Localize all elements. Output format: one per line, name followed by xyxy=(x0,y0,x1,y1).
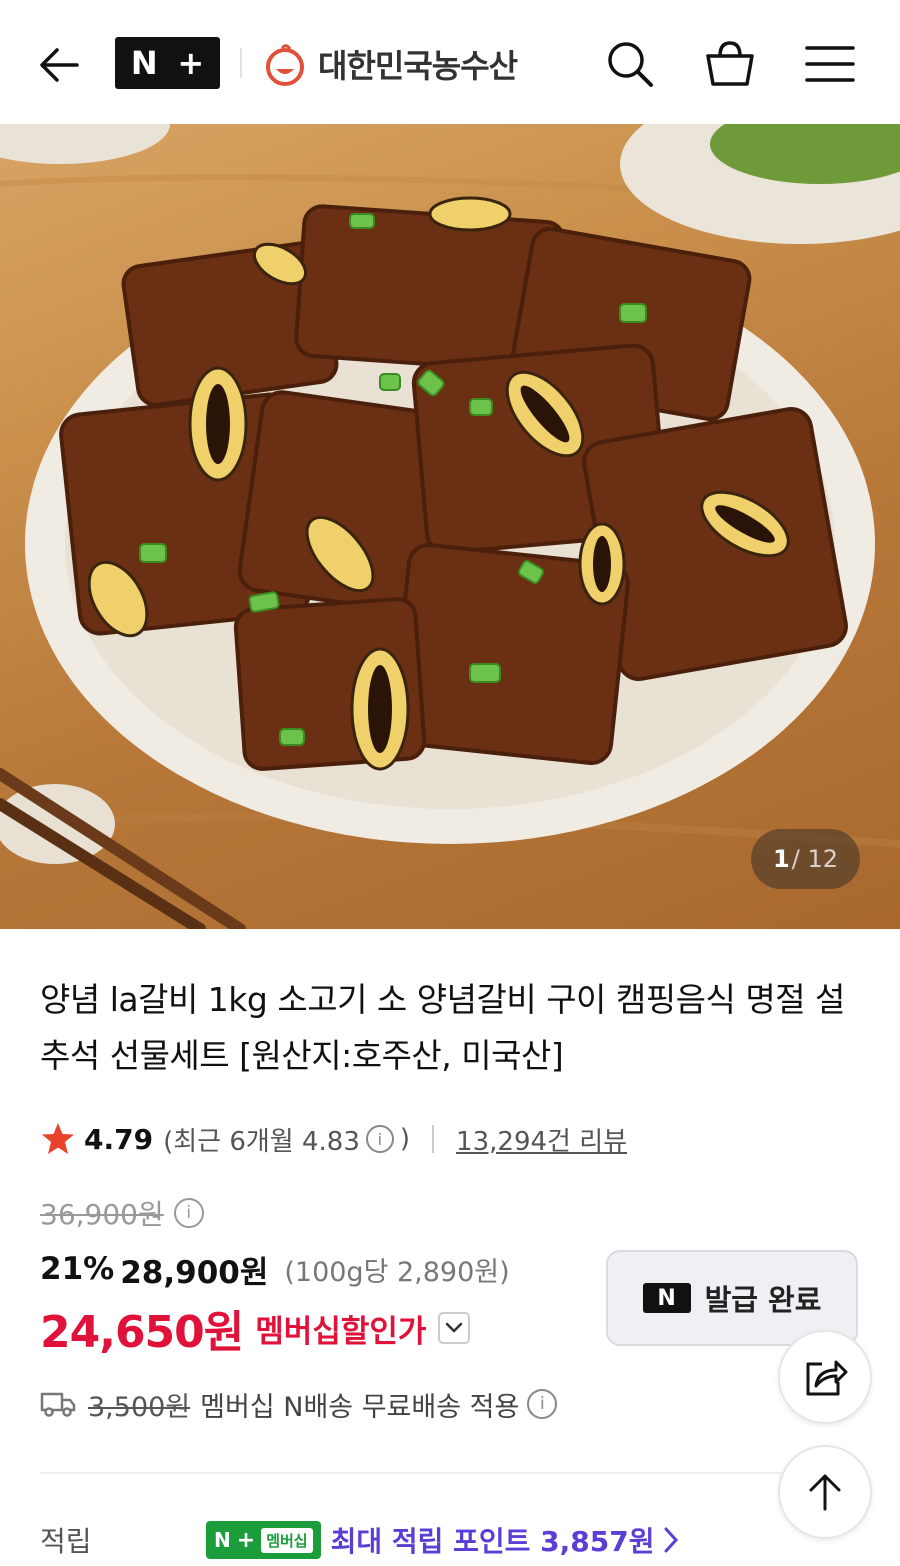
rating-row: 4.79 (최근 6개월 4.83 i ) 13,294건 리뷰 xyxy=(40,1118,627,1160)
shopping-basket-icon xyxy=(706,41,754,86)
original-shipping-fee: 3,500원 xyxy=(88,1391,191,1423)
nplus-logo-plus: + xyxy=(177,44,205,82)
original-price-row: 36,900원 i xyxy=(40,1193,204,1233)
rating-score: 4.79 xyxy=(84,1122,154,1156)
member-price: 24,650원 xyxy=(40,1307,244,1358)
scroll-to-top-button[interactable] xyxy=(778,1445,872,1539)
review-count-link[interactable]: 13,294건 리뷰 xyxy=(456,1121,627,1158)
share-button[interactable] xyxy=(778,1330,872,1424)
discount-rate: 21% xyxy=(40,1251,115,1287)
badge-plus: + xyxy=(236,1527,256,1553)
member-price-expand-button[interactable] xyxy=(438,1312,471,1344)
member-price-row: 24,650원 멤버십할인가 xyxy=(40,1302,471,1358)
chevron-down-icon xyxy=(446,1322,463,1333)
brand-store-link[interactable]: 대한민국농수산 xyxy=(262,38,518,90)
points-row: 적립 N + 멤버십 최대 적립 포인트 3,857원 xyxy=(40,1518,679,1562)
share-icon xyxy=(806,1360,848,1396)
sale-price-row: 21% 28,900원 (100g당 2,890원) xyxy=(40,1248,510,1291)
product-title: 양념 la갈비 1kg 소고기 소 양념갈비 구이 캠핑음식 명절 설 추석 선… xyxy=(40,980,845,1075)
product-image-gallery[interactable]: 1 / 12 xyxy=(0,124,900,929)
original-price: 36,900원 xyxy=(40,1198,164,1231)
back-button[interactable] xyxy=(34,40,84,90)
image-counter-total: / 12 xyxy=(791,845,838,873)
shipping-text: 멤버십 N배송 무료배송 적용 xyxy=(200,1391,520,1423)
shipping-info-icon[interactable]: i xyxy=(527,1389,558,1419)
image-counter-current: 1 xyxy=(773,845,790,873)
header-divider xyxy=(240,48,242,78)
points-label: 적립 xyxy=(40,1525,92,1558)
menu-button[interactable] xyxy=(802,36,858,92)
search-icon xyxy=(608,42,653,87)
recent-rating-close: ) xyxy=(399,1124,411,1154)
star-icon xyxy=(42,1123,74,1154)
search-button[interactable] xyxy=(602,36,658,92)
hamburger-menu-icon xyxy=(805,46,855,82)
naver-n-icon: N xyxy=(642,1283,691,1313)
max-points-link[interactable]: 최대 적립 포인트 3,857원 xyxy=(331,1520,655,1560)
image-counter: 1 / 12 xyxy=(751,829,860,889)
shipping-row: 3,500원 멤버십 N배송 무료배송 적용 i xyxy=(40,1383,558,1425)
brand-logo-icon xyxy=(266,44,304,86)
nplus-logo-n: N xyxy=(130,44,158,82)
product-photo xyxy=(0,124,900,929)
back-arrow-icon xyxy=(40,48,79,82)
coupon-status-label: 발급 완료 xyxy=(704,1283,822,1317)
rating-divider xyxy=(432,1125,435,1153)
badge-membership: 멤버십 xyxy=(261,1527,313,1553)
truck-icon xyxy=(40,1392,76,1417)
sale-price: 28,900원 xyxy=(120,1254,269,1291)
nplus-membership-badge: N + 멤버십 xyxy=(206,1521,321,1559)
member-price-label: 멤버십할인가 xyxy=(255,1313,427,1350)
brand-name: 대한민국농수산 xyxy=(318,47,518,85)
badge-n: N xyxy=(214,1528,231,1552)
price-info-icon[interactable]: i xyxy=(173,1198,204,1228)
arrow-up-icon xyxy=(809,1474,841,1511)
unit-price: (100g당 2,890원) xyxy=(284,1256,510,1288)
recent-rating-label: (최근 6개월 4.83 xyxy=(163,1126,360,1157)
nplus-store-logo[interactable]: N + xyxy=(115,37,220,89)
chevron-right-icon[interactable] xyxy=(663,1526,679,1554)
section-divider xyxy=(40,1472,860,1474)
top-header: N + 대한민국농수산 xyxy=(0,0,900,124)
cart-button[interactable] xyxy=(702,36,758,92)
info-icon[interactable]: i xyxy=(365,1125,394,1153)
recent-rating: (최근 6개월 4.83 i ) xyxy=(163,1121,410,1158)
